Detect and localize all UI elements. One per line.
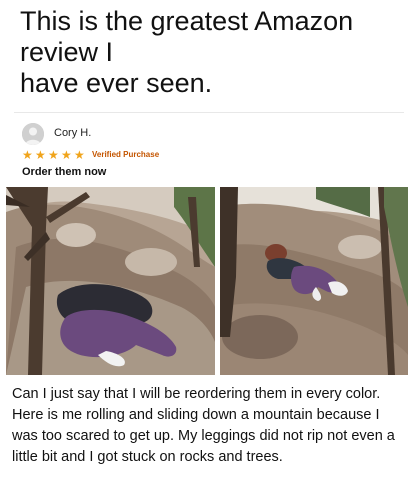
headline-line-3: have ever seen. [20, 68, 213, 98]
review-photos [6, 187, 408, 375]
avatar-graphic [22, 123, 44, 145]
star-icon: ★ [61, 148, 72, 162]
headline-line-1: This is the greatest Amazon [20, 6, 354, 36]
user-avatar-icon[interactable] [22, 123, 44, 145]
verified-purchase-badge: Verified Purchase [92, 150, 160, 159]
star-icon: ★ [35, 148, 46, 162]
review-body: Can I just say that I will be reordering… [12, 386, 395, 465]
photo-1-graphic [6, 187, 215, 375]
headline: This is the greatest Amazon review I hav… [20, 6, 400, 99]
star-icon: ★ [48, 148, 59, 162]
photo-2-graphic [220, 187, 408, 375]
star-icon: ★ [74, 148, 85, 162]
star-icon: ★ [22, 148, 33, 162]
review-photo-1[interactable] [6, 187, 215, 375]
reviewer-name[interactable]: Cory H. [54, 127, 91, 139]
review-title: Order them now [22, 166, 107, 178]
headline-line-2: review I [20, 37, 114, 67]
review-card: Cory H. ★ ★ ★ ★ ★ Verified Purchase Orde… [14, 112, 404, 181]
review-photo-2[interactable] [220, 187, 408, 375]
star-rating: ★ ★ ★ ★ ★ [22, 149, 87, 161]
